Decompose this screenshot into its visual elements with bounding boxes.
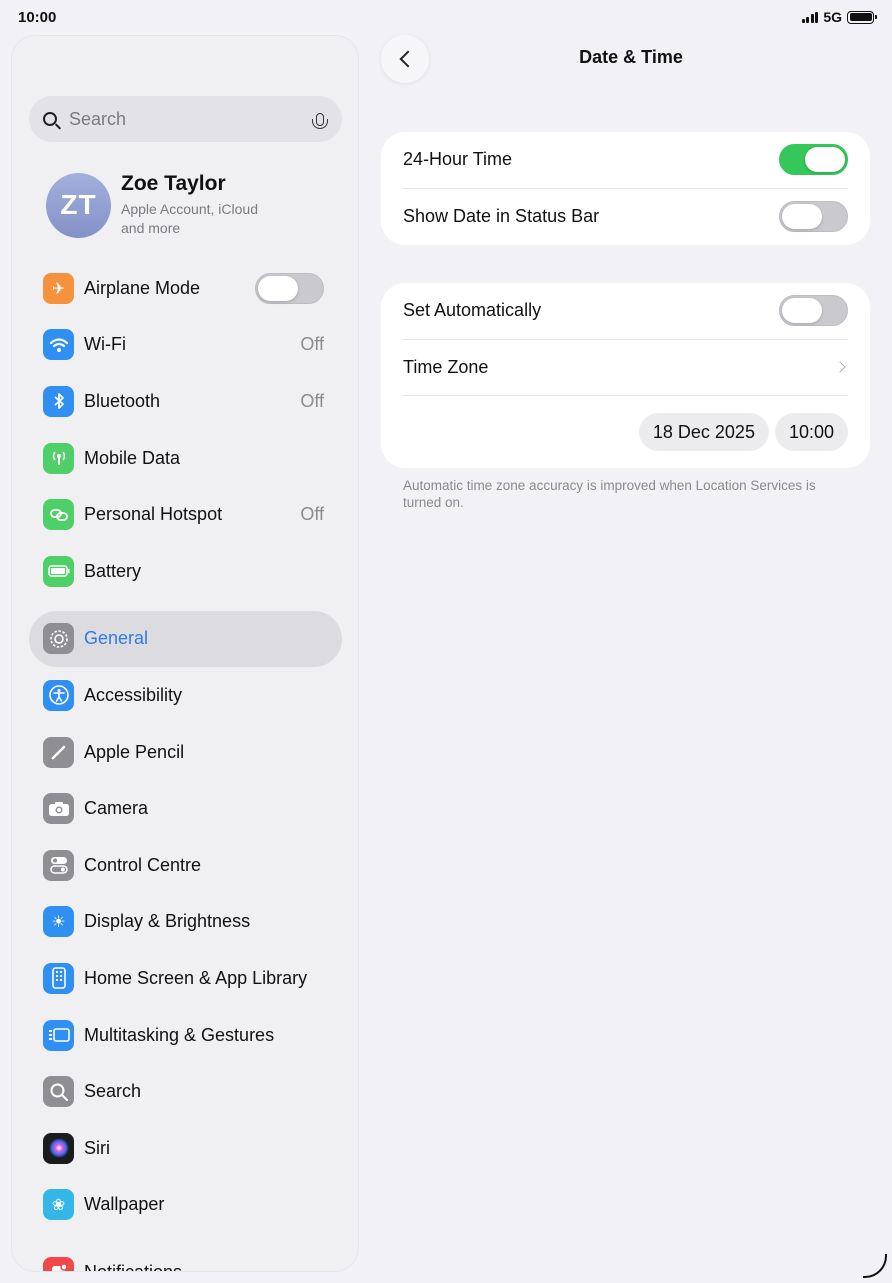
sidebar-item-label: Apple Pencil — [84, 741, 185, 762]
battery-icon — [43, 555, 74, 587]
sidebar-item-search[interactable]: Search — [29, 1063, 342, 1120]
bluetooth-status: Off — [300, 390, 324, 411]
accessibility-icon — [43, 679, 74, 711]
corner-indicator — [863, 1254, 887, 1278]
sidebar-item-accessibility[interactable]: Accessibility — [29, 667, 342, 724]
antenna-icon — [43, 442, 74, 474]
flower-icon: ❀ — [43, 1189, 74, 1221]
sidebar-item-home-screen[interactable]: Home Screen & App Library — [29, 950, 342, 1007]
sidebar-item-label: Battery — [84, 560, 142, 581]
sidebar-item-label: Mobile Data — [84, 447, 181, 468]
chevron-right-icon — [834, 361, 846, 373]
airplane-mode-toggle[interactable] — [255, 272, 324, 304]
cellular-signal-icon — [801, 11, 819, 23]
siri-icon — [43, 1132, 74, 1164]
set-automatically-row: Set Automatically — [403, 283, 848, 340]
wifi-status: Off — [300, 334, 324, 355]
gear-icon — [43, 623, 74, 655]
show-date-toggle[interactable] — [779, 201, 848, 233]
sun-icon: ☀ — [43, 906, 74, 938]
set-automatically-label: Set Automatically — [403, 300, 542, 321]
network-type: 5G — [823, 9, 842, 25]
settings-menu: ✈ Airplane Mode Wi-Fi Off Bluetooth Off … — [29, 260, 342, 1272]
airplane-icon: ✈ — [43, 272, 74, 304]
date-time-picker-row: 18 Dec 2025 10:00 — [403, 396, 848, 468]
sidebar-item-general[interactable]: General — [29, 610, 342, 668]
time-format-group: 24-Hour Time Show Date in Status Bar — [381, 132, 870, 245]
sidebar-item-control-centre[interactable]: Control Centre — [29, 837, 342, 894]
sidebar-item-display-brightness[interactable]: ☀ Display & Brightness — [29, 894, 342, 951]
sidebar-item-label: Control Centre — [84, 854, 202, 875]
battery-icon — [847, 10, 877, 24]
sidebar-item-siri[interactable]: Siri — [29, 1120, 342, 1177]
bluetooth-icon — [43, 385, 74, 417]
hotspot-status: Off — [300, 504, 324, 525]
sidebar-item-label: Home Screen & App Library — [84, 967, 308, 988]
time-zone-row[interactable]: Time Zone — [403, 340, 848, 396]
date-time-group: Set Automatically Time Zone 18 Dec 2025 … — [381, 283, 870, 468]
sidebar-item-label: Bluetooth — [84, 390, 161, 411]
sidebar-item-apple-pencil[interactable]: Apple Pencil — [29, 724, 342, 781]
sidebar-item-label: Search — [84, 1081, 142, 1102]
camera-icon — [43, 793, 74, 825]
settings-sidebar: Search ZT Zoe Taylor Apple Account, iClo… — [11, 35, 359, 1272]
sidebar-item-label: Multitasking & Gestures — [84, 1024, 275, 1045]
show-date-label: Show Date in Status Bar — [403, 206, 600, 227]
status-indicators: 5G — [801, 9, 877, 25]
sidebar-item-label: General — [84, 628, 149, 649]
sidebar-item-wallpaper[interactable]: ❀ Wallpaper — [29, 1177, 342, 1234]
toggles-icon — [43, 849, 74, 881]
sidebar-item-label: Personal Hotspot — [84, 504, 223, 525]
avatar: ZT — [46, 172, 111, 238]
sidebar-item-wifi[interactable]: Wi-Fi Off — [29, 317, 342, 374]
page-title: Date & Time — [579, 47, 683, 67]
search-icon — [43, 112, 57, 126]
hour24-toggle[interactable] — [779, 144, 848, 176]
hotspot-icon — [43, 499, 74, 531]
location-services-footnote: Automatic time zone accuracy is improved… — [403, 478, 816, 510]
time-picker-button[interactable]: 10:00 — [774, 413, 848, 451]
sidebar-item-label: Notifications — [84, 1261, 183, 1272]
sidebar-item-label: Wallpaper — [84, 1194, 165, 1215]
hour24-row: 24-Hour Time — [403, 132, 848, 189]
sidebar-item-notifications[interactable]: Notifications — [29, 1244, 342, 1272]
account-profile[interactable]: ZT Zoe Taylor Apple Account, iCloud and … — [46, 172, 281, 238]
sidebar-item-camera[interactable]: Camera — [29, 780, 342, 837]
search-icon — [43, 1076, 74, 1108]
sidebar-item-airplane-mode[interactable]: ✈ Airplane Mode — [29, 260, 342, 317]
status-time: 10:00 — [18, 9, 57, 26]
sidebar-item-label: Accessibility — [84, 684, 183, 705]
sidebar-item-label: Camera — [84, 798, 149, 819]
notifications-icon — [43, 1256, 74, 1271]
home-screen-icon — [43, 962, 74, 994]
sidebar-item-multitasking[interactable]: Multitasking & Gestures — [29, 1007, 342, 1064]
date-picker-button[interactable]: 18 Dec 2025 — [638, 413, 769, 451]
time-zone-label: Time Zone — [403, 356, 489, 377]
pencil-icon — [43, 736, 74, 768]
search-placeholder: Search — [69, 108, 127, 129]
sidebar-item-personal-hotspot[interactable]: Personal Hotspot Off — [29, 486, 342, 543]
microphone-icon[interactable] — [312, 112, 328, 129]
show-date-row: Show Date in Status Bar — [403, 189, 848, 246]
sidebar-item-mobile-data[interactable]: Mobile Data — [29, 430, 342, 487]
sidebar-item-label: Airplane Mode — [84, 277, 201, 298]
sidebar-item-label: Wi-Fi — [84, 334, 126, 355]
set-automatically-toggle[interactable] — [779, 295, 848, 327]
multitasking-icon — [43, 1019, 74, 1051]
profile-subtitle: Apple Account, iCloud and more — [121, 201, 258, 236]
wifi-icon — [43, 329, 74, 361]
sidebar-item-label: Siri — [84, 1137, 110, 1158]
sidebar-item-label: Display & Brightness — [84, 911, 251, 932]
sidebar-item-battery[interactable]: Battery — [29, 543, 342, 600]
sidebar-item-bluetooth[interactable]: Bluetooth Off — [29, 373, 342, 430]
search-field[interactable]: Search — [29, 96, 342, 142]
profile-name: Zoe Taylor — [121, 172, 226, 195]
hour24-label: 24-Hour Time — [403, 149, 513, 170]
